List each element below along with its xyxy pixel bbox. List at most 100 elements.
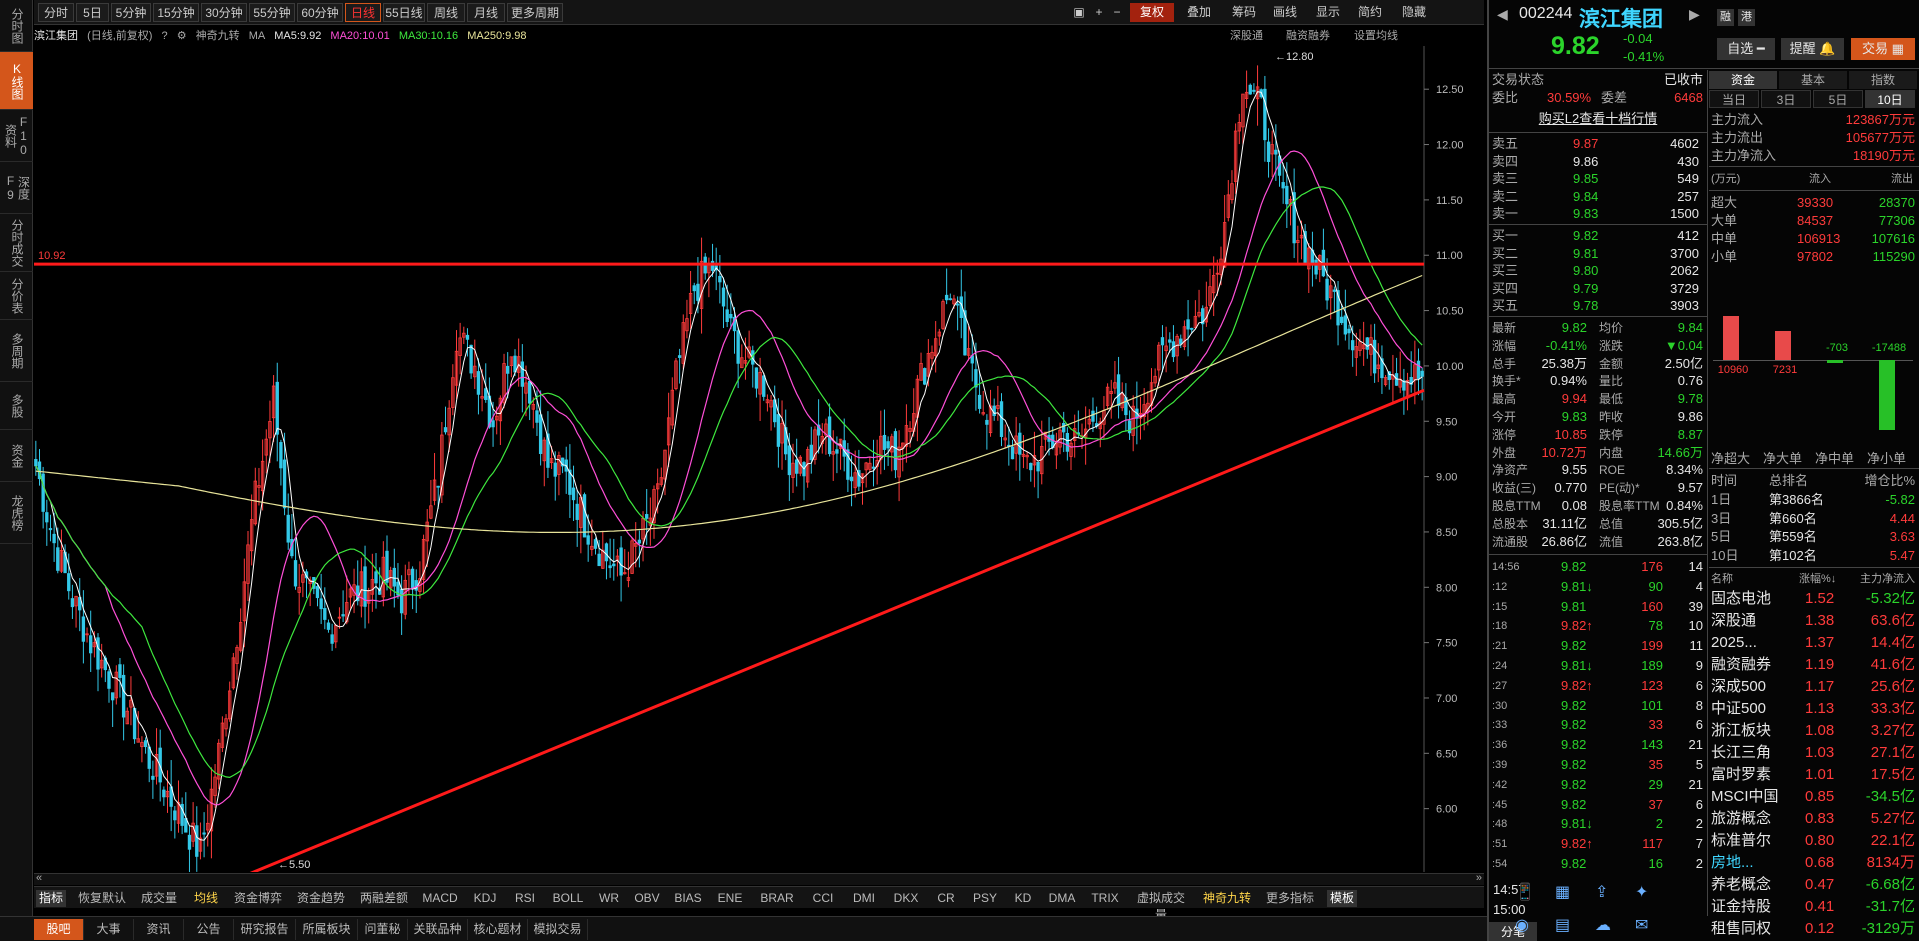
left-tab-7[interactable]: 多股 — [0, 382, 33, 430]
bottom-tab-6[interactable]: 问董秘 — [358, 919, 408, 940]
grid-icon[interactable]: ▦ — [1555, 882, 1570, 902]
period-tab-6[interactable]: 60分钟 — [297, 3, 343, 22]
indicator-tab-19[interactable]: CR — [933, 890, 959, 907]
bottom-tab-5[interactable]: 所属板块 — [296, 919, 358, 940]
scroll-left-icon[interactable]: « — [36, 872, 42, 884]
left-tab-3[interactable]: 深度F9 — [0, 162, 33, 214]
period-tab-10[interactable]: 月线 — [467, 3, 505, 22]
bottom-tab-3[interactable]: 公告 — [184, 919, 234, 940]
shengutong-link[interactable]: 深股通 — [1230, 26, 1263, 46]
indicator-tab-20[interactable]: PSY — [970, 890, 1000, 907]
indicator-tab-7[interactable]: MACD — [421, 890, 459, 907]
sector-row[interactable]: 证金持股 0.41 -31.7亿 — [1709, 898, 1919, 916]
indicator-tab-18[interactable]: DKX — [890, 890, 922, 907]
period-tab-5[interactable]: 55分钟 — [249, 3, 295, 22]
left-tab-8[interactable]: 资金 — [0, 430, 33, 482]
indicator-tab-22[interactable]: DMA — [1046, 890, 1078, 907]
period-tab-0[interactable]: 分时 — [38, 3, 74, 22]
next-stock-icon[interactable]: ▶ — [1689, 6, 1700, 23]
left-tab-1[interactable]: K线图 — [0, 52, 33, 110]
indicator-tab-4[interactable]: 资金博弈 — [232, 890, 284, 907]
sector-name[interactable]: 标准普尔 — [1711, 832, 1771, 850]
kline-chart[interactable]: 12.50 12.00 11.50 11.00 10.50 10.00 9.50 9.00 8.… — [34, 46, 1484, 878]
sector-name[interactable]: 融资融券 — [1711, 656, 1771, 674]
left-tab-0[interactable]: 分时图 — [0, 0, 33, 52]
indicator-tab-21[interactable]: KD — [1011, 890, 1035, 907]
indicator-tab-24[interactable]: 虚拟成交量 — [1132, 890, 1190, 922]
fund-tab-0[interactable]: 资金 — [1709, 71, 1777, 89]
bottom-tab-1[interactable]: 大事 — [84, 919, 134, 940]
chart-scrollbar[interactable]: « » — [34, 872, 1484, 885]
indicator-tab-14[interactable]: ENE — [714, 890, 746, 907]
sector-name[interactable]: 富时罗素 — [1711, 766, 1771, 784]
display-button[interactable]: 显示 — [1308, 3, 1348, 22]
sector-row[interactable]: 房地... 0.68 8134万 — [1709, 854, 1919, 872]
fund-tab-2[interactable]: 指数 — [1849, 71, 1917, 89]
sector-row[interactable]: 固态电池 1.52 -5.32亿 — [1709, 590, 1919, 608]
kline-chart-svg[interactable]: 12.50 12.00 11.50 11.00 10.50 10.00 9.50 9.00 8.… — [34, 46, 1484, 878]
share-icon[interactable]: ⇪ — [1595, 882, 1608, 902]
fuquan-button[interactable]: 复权 — [1130, 3, 1174, 22]
indicator-tab-26[interactable]: 更多指标 — [1264, 890, 1316, 907]
indicator-tab-23[interactable]: TRIX — [1089, 890, 1121, 907]
left-tab-9[interactable]: 龙虎榜 — [0, 482, 33, 544]
chat-icon[interactable]: ✉ — [1635, 915, 1648, 935]
sector-row[interactable]: 深股通 1.38 63.6亿 — [1709, 612, 1919, 630]
sector-row[interactable]: MSCI中国 0.85 -34.5亿 — [1709, 788, 1919, 806]
indicator-tab-3[interactable]: 均线 — [191, 890, 221, 907]
period-tab-4[interactable]: 30分钟 — [201, 3, 247, 22]
left-tab-6[interactable]: 多周期 — [0, 320, 33, 382]
sector-row[interactable]: 标准普尔 0.80 22.1亿 — [1709, 832, 1919, 850]
buy-l2-link[interactable]: 购买L2查看十档行情 — [1489, 110, 1707, 128]
star-icon[interactable]: ✦ — [1635, 882, 1648, 902]
minus-icon[interactable]: − — [1110, 3, 1124, 22]
sector-row[interactable]: 2025... 1.37 14.4亿 — [1709, 634, 1919, 652]
indicator-tab-25[interactable]: 神奇九转 — [1201, 890, 1253, 907]
sector-row[interactable]: 长江三角 1.03 27.1亿 — [1709, 744, 1919, 762]
sector-row[interactable]: 中证500 1.13 33.3亿 — [1709, 700, 1919, 718]
draw-button[interactable]: 画线 — [1268, 3, 1302, 22]
fenbi-tab[interactable]: 分笔 — [1489, 922, 1537, 941]
layout-icon[interactable]: ▣ — [1070, 3, 1088, 22]
indicator-tab-12[interactable]: OBV — [632, 890, 662, 907]
bottom-tab-9[interactable]: 模拟交易 — [528, 919, 588, 940]
sector-row[interactable]: 深成500 1.17 25.6亿 — [1709, 678, 1919, 696]
sector-name[interactable]: 养老概念 — [1711, 876, 1771, 894]
indicator-tab-6[interactable]: 两融差额 — [358, 890, 410, 907]
sector-row[interactable]: 养老概念 0.47 -6.68亿 — [1709, 876, 1919, 894]
fund-tab-1[interactable]: 基本 — [1779, 71, 1847, 89]
sector-row[interactable]: 旅游概念 0.83 5.27亿 — [1709, 810, 1919, 828]
indicator-tab-27[interactable]: 模板 — [1327, 890, 1357, 907]
sector-name[interactable]: 中证500 — [1711, 700, 1766, 718]
cloud-icon[interactable]: ☁ — [1595, 915, 1611, 935]
prev-stock-icon[interactable]: ◀ — [1497, 6, 1508, 23]
rongzi-link[interactable]: 融资融券 — [1286, 26, 1330, 46]
plus-icon[interactable]: + — [1092, 3, 1106, 22]
sector-name[interactable]: 长江三角 — [1711, 744, 1771, 762]
gang-badge[interactable]: 港 — [1738, 9, 1755, 26]
indicator-tab-10[interactable]: BOLL — [550, 890, 586, 907]
sector-row[interactable]: 租售同权 0.12 -3129万 — [1709, 920, 1919, 938]
sector-name[interactable]: 深股通 — [1711, 612, 1756, 630]
indicator-tab-5[interactable]: 资金趋势 — [295, 890, 347, 907]
help-icon[interactable]: ? — [162, 30, 168, 42]
jiaoyi-button[interactable]: 交易 ▦ — [1851, 38, 1915, 60]
sector-name[interactable]: 浙江板块 — [1711, 722, 1771, 740]
bottom-tab-4[interactable]: 研究报告 — [234, 919, 296, 940]
day-tab-1[interactable]: 3日 — [1761, 90, 1811, 108]
indicator-tab-13[interactable]: BIAS — [673, 890, 703, 907]
indicator-tab-0[interactable]: 指标 — [36, 890, 66, 907]
period-tab-1[interactable]: 5日 — [76, 3, 109, 22]
calendar-icon[interactable]: ▤ — [1555, 915, 1570, 935]
period-tab-7[interactable]: 日线 — [345, 3, 381, 22]
indicator-tab-16[interactable]: CCI — [808, 890, 838, 907]
indicator-tab-15[interactable]: BRAR — [757, 890, 797, 907]
overlay-button[interactable]: 叠加 — [1178, 3, 1220, 22]
sector-name[interactable]: 房地... — [1711, 854, 1754, 872]
left-tab-2[interactable]: F10资料 — [0, 110, 33, 162]
sector-name[interactable]: 固态电池 — [1711, 590, 1771, 608]
chrome-icon[interactable]: ◉ — [1515, 915, 1529, 935]
simple-button[interactable]: 简约 — [1354, 3, 1386, 22]
sector-row[interactable]: 融资融券 1.19 41.6亿 — [1709, 656, 1919, 674]
sector-name[interactable]: 深成500 — [1711, 678, 1766, 696]
